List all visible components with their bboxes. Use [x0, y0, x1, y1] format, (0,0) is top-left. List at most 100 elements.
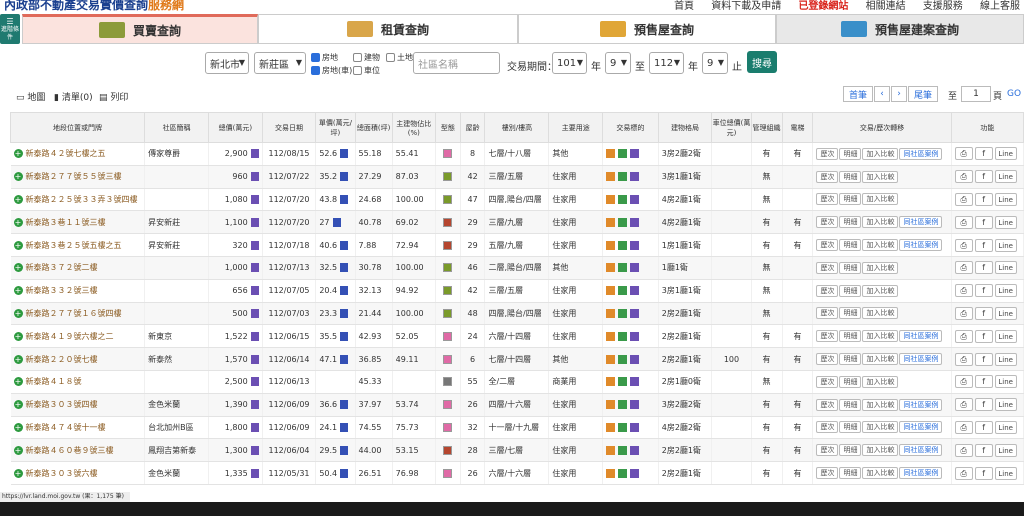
to-year-select[interactable]: 112 ▼	[649, 52, 684, 74]
line-share-button[interactable]: Line	[994, 170, 1017, 184]
line-share-button[interactable]: Line	[994, 420, 1017, 434]
history-button[interactable]: 歷次	[816, 261, 839, 274]
history-button[interactable]: 歷次	[816, 353, 839, 366]
address-text[interactable]: 新泰路２７７號１６號四樓	[26, 309, 122, 318]
history-button[interactable]: 歷次	[816, 375, 839, 388]
address-cell[interactable]: + 新泰路２７７號５５號三樓	[10, 165, 146, 189]
history-button[interactable]: 歷次	[816, 193, 839, 206]
facebook-share-button[interactable]: f	[974, 215, 993, 229]
address-text[interactable]: 新泰路４６０巷９號三樓	[26, 446, 114, 455]
compare-button[interactable]: 加入比較	[862, 330, 899, 343]
print-row-button[interactable]: ⎙	[954, 375, 973, 389]
detail-button[interactable]: 明細	[839, 398, 862, 411]
compare-button[interactable]: 加入比較	[862, 147, 899, 160]
checkbox-lot[interactable]: 土地	[386, 52, 413, 63]
detail-button[interactable]: 明細	[839, 147, 862, 160]
print-button[interactable]: ▤ 列印	[99, 90, 128, 103]
expand-icon[interactable]: +	[13, 194, 23, 204]
facebook-share-button[interactable]: f	[974, 352, 993, 366]
line-share-button[interactable]: Line	[994, 284, 1017, 298]
compare-button[interactable]: 加入比較	[862, 193, 899, 206]
same-community-button[interactable]: 同社區案例	[899, 398, 943, 411]
history-button[interactable]: 歷次	[816, 216, 839, 229]
facebook-share-button[interactable]: f	[974, 192, 993, 206]
address-cell[interactable]: + 新泰路２２５號３３弄３號四樓	[10, 188, 146, 212]
detail-button[interactable]: 明細	[839, 375, 862, 388]
same-community-button[interactable]: 同社區案例	[899, 216, 943, 229]
detail-button[interactable]: 明細	[839, 421, 862, 434]
print-row-button[interactable]: ⎙	[954, 352, 973, 366]
line-share-button[interactable]: Line	[994, 306, 1017, 320]
line-share-button[interactable]: Line	[994, 261, 1017, 275]
print-row-button[interactable]: ⎙	[954, 306, 973, 320]
to-month-select[interactable]: 9 ▼	[702, 52, 728, 74]
compare-button[interactable]: 加入比較	[862, 216, 899, 229]
tab-sale[interactable]: 買賣查詢	[22, 14, 258, 44]
address-text[interactable]: 新泰路４７４號十一樓	[26, 423, 106, 432]
from-year-select[interactable]: 101 ▼	[552, 52, 587, 74]
print-row-button[interactable]: ⎙	[954, 466, 973, 480]
address-cell[interactable]: + 新泰路３７２號二樓	[10, 256, 146, 280]
detail-button[interactable]: 明細	[839, 444, 862, 457]
nav-registered-sites[interactable]: 已登錄網站	[798, 1, 848, 12]
compare-button[interactable]: 加入比較	[862, 284, 899, 297]
nav-home[interactable]: 首頁	[674, 1, 694, 12]
address-cell[interactable]: + 新泰路３巷１１號三樓	[10, 210, 146, 235]
last-page-button[interactable]: 尾筆	[908, 86, 938, 102]
print-row-button[interactable]: ⎙	[954, 147, 973, 161]
city-select[interactable]: 新北市 ▼	[205, 52, 249, 74]
detail-button[interactable]: 明細	[839, 193, 862, 206]
history-button[interactable]: 歷次	[816, 444, 839, 457]
detail-button[interactable]: 明細	[839, 261, 862, 274]
search-button[interactable]: 搜尋	[747, 51, 777, 73]
line-share-button[interactable]: Line	[994, 238, 1017, 252]
detail-button[interactable]: 明細	[839, 467, 862, 480]
nav-links[interactable]: 相關連結	[866, 1, 906, 12]
history-button[interactable]: 歷次	[816, 421, 839, 434]
address-cell[interactable]: + 新泰路４６０巷９號三樓	[10, 438, 146, 463]
address-cell[interactable]: + 新泰路４１８號	[10, 370, 146, 394]
compare-button[interactable]: 加入比較	[862, 261, 899, 274]
address-text[interactable]: 新泰路４２號七樓之五	[26, 149, 106, 158]
history-button[interactable]: 歷次	[816, 467, 839, 480]
compare-button[interactable]: 加入比較	[862, 398, 899, 411]
address-text[interactable]: 新泰路２７７號５５號三樓	[26, 172, 122, 181]
line-share-button[interactable]: Line	[994, 215, 1017, 229]
same-community-button[interactable]: 同社區案例	[899, 421, 943, 434]
facebook-share-button[interactable]: f	[974, 147, 993, 161]
detail-button[interactable]: 明細	[839, 239, 862, 252]
line-share-button[interactable]: Line	[994, 147, 1017, 161]
address-text[interactable]: 新泰路４１９號六樓之二	[26, 332, 114, 341]
address-cell[interactable]: + 新泰路３０３號四樓	[10, 393, 146, 417]
site-logo[interactable]: 內政部不動產交易實價查詢服務網	[4, 0, 184, 12]
tab-presale-project[interactable]: 預售屋建案查詢	[776, 14, 1024, 44]
address-text[interactable]: 新泰路３巷１１號三樓	[26, 218, 106, 227]
expand-icon[interactable]: +	[13, 354, 23, 364]
line-share-button[interactable]: Line	[994, 375, 1017, 389]
column-header[interactable]: 地段位置或門牌	[10, 112, 146, 143]
tab-presale[interactable]: 預售屋查詢	[518, 14, 776, 44]
detail-button[interactable]: 明細	[839, 284, 862, 297]
address-cell[interactable]: + 新泰路３０３號六樓	[10, 461, 146, 485]
history-button[interactable]: 歷次	[816, 330, 839, 343]
nav-support[interactable]: 支援服務	[923, 1, 963, 12]
compare-button[interactable]: 加入比較	[862, 467, 899, 480]
address-text[interactable]: 新泰路２２０號七樓	[26, 355, 98, 364]
line-share-button[interactable]: Line	[994, 398, 1017, 412]
district-select[interactable]: 新莊區 ▼	[254, 52, 306, 74]
expand-icon[interactable]: +	[13, 468, 23, 478]
same-community-button[interactable]: 同社區案例	[899, 239, 943, 252]
address-text[interactable]: 新泰路３３２號三樓	[26, 286, 98, 295]
history-button[interactable]: 歷次	[816, 239, 839, 252]
next-page-button[interactable]: ›	[891, 86, 907, 102]
print-row-button[interactable]: ⎙	[954, 329, 973, 343]
expand-icon[interactable]: +	[13, 377, 23, 387]
address-cell[interactable]: + 新泰路２７７號１６號四樓	[10, 302, 146, 326]
address-text[interactable]: 新泰路３７２號二樓	[26, 263, 98, 272]
tab-rent[interactable]: 租賃查詢	[258, 14, 518, 44]
history-button[interactable]: 歷次	[816, 398, 839, 411]
facebook-share-button[interactable]: f	[974, 170, 993, 184]
address-cell[interactable]: + 新泰路３巷２５號五樓之五	[10, 233, 146, 257]
line-share-button[interactable]: Line	[994, 329, 1017, 343]
address-cell[interactable]: + 新泰路４１９號六樓之二	[10, 324, 146, 349]
